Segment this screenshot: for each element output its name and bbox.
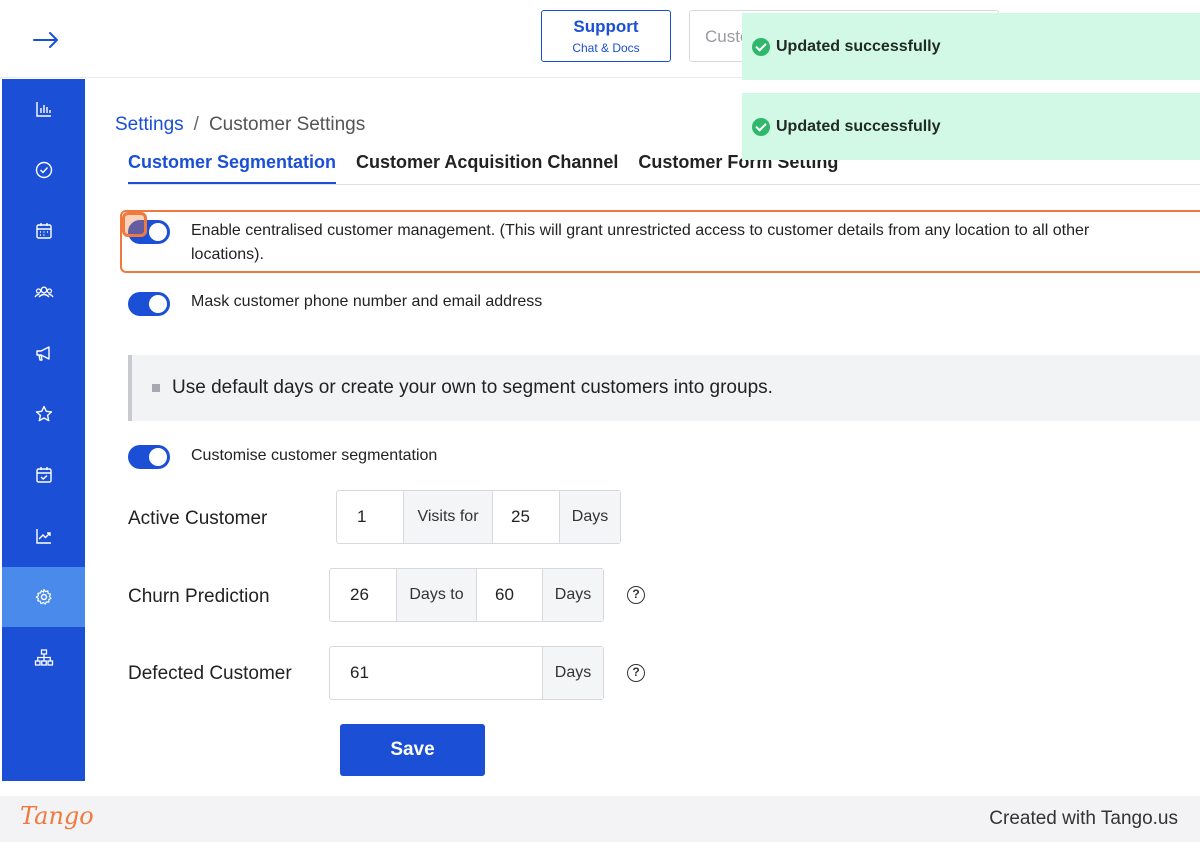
tango-credit: Created with Tango.us <box>989 808 1178 829</box>
success-toast[interactable]: Updated successfully <box>742 93 1200 160</box>
success-toast[interactable]: Updated successfully <box>742 13 1200 80</box>
users-icon <box>33 286 54 298</box>
churn-from-input[interactable]: 26 <box>330 569 396 621</box>
sidebar <box>2 79 85 781</box>
megaphone-icon <box>35 346 50 361</box>
toggle-knob <box>149 295 167 313</box>
sidebar-item-calendar[interactable] <box>2 201 85 261</box>
check-circle-icon <box>752 117 770 136</box>
star-icon <box>35 405 52 422</box>
sidebar-item-settings[interactable] <box>2 567 85 627</box>
tango-logo: Tango <box>20 802 94 830</box>
defected-days-input[interactable]: 61 <box>330 647 542 699</box>
bar-chart-icon <box>35 102 51 117</box>
org-chart-icon <box>34 649 53 666</box>
defected-customer-label: Defected Customer <box>128 663 292 684</box>
breadcrumb: Settings / Customer Settings <box>115 114 365 136</box>
churn-to-input[interactable]: 60 <box>477 569 542 621</box>
active-customer-label: Active Customer <box>128 508 268 529</box>
customise-segmentation-label: Customise customer segmentation <box>191 447 438 464</box>
sidebar-item-tasks[interactable] <box>2 140 85 200</box>
sidebar-item-loyalty[interactable] <box>2 384 85 444</box>
segmentation-info-text: Use default days or create your own to s… <box>172 377 773 398</box>
tabs-divider <box>128 184 1200 185</box>
arrow-right-icon[interactable] <box>30 24 62 56</box>
customise-segmentation-toggle[interactable] <box>128 445 170 469</box>
check-circle-icon <box>752 37 770 56</box>
click-target-marker <box>122 212 147 237</box>
click-highlight-frame <box>120 210 1200 273</box>
defected-days-addon: Days <box>542 647 603 699</box>
visits-for-addon: Visits for <box>403 491 493 543</box>
toast-message: Updated successfully <box>776 117 941 135</box>
mask-contact-toggle[interactable] <box>128 292 170 316</box>
sidebar-item-appointments[interactable] <box>2 445 85 505</box>
support-label: Support <box>573 17 639 36</box>
breadcrumb-settings-link[interactable]: Settings <box>115 114 184 135</box>
toast-message: Updated successfully <box>776 37 941 55</box>
tango-footer: Tango Created with Tango.us <box>0 796 1200 842</box>
bullet-icon <box>152 384 160 392</box>
defected-help-icon[interactable]: ? <box>627 664 645 682</box>
churn-prediction-label: Churn Prediction <box>128 586 270 607</box>
support-button[interactable]: Support Chat & Docs <box>541 10 671 62</box>
tab-customer-acquisition-channel[interactable]: Customer Acquisition Channel <box>356 152 618 184</box>
support-sublabel: Chat & Docs <box>572 41 640 55</box>
sidebar-item-analytics[interactable] <box>2 506 85 566</box>
churn-days-addon: Days <box>542 569 603 621</box>
defected-customer-inputs: 61 Days <box>329 646 604 700</box>
active-customer-inputs: 1 Visits for 25 Days <box>336 490 621 544</box>
active-days-input[interactable]: 25 <box>493 491 559 543</box>
breadcrumb-separator: / <box>193 114 199 135</box>
save-button[interactable]: Save <box>340 724 485 776</box>
calendar-icon <box>35 223 52 239</box>
active-days-addon: Days <box>559 491 620 543</box>
sidebar-item-organization[interactable] <box>2 628 85 688</box>
calendar-check-icon <box>35 467 52 483</box>
tab-customer-segmentation[interactable]: Customer Segmentation <box>128 152 337 184</box>
sidebar-item-reports[interactable] <box>2 79 85 139</box>
churn-help-icon[interactable]: ? <box>627 586 645 604</box>
segmentation-info-box: Use default days or create your own to s… <box>128 355 1200 421</box>
app-frame: Support Chat & Docs Custo Settings / Cus… <box>0 0 1200 842</box>
breadcrumb-current: Customer Settings <box>208 114 366 135</box>
sidebar-item-customers[interactable] <box>2 262 85 322</box>
days-to-addon: Days to <box>396 569 477 621</box>
toggle-knob <box>149 448 167 466</box>
churn-prediction-inputs: 26 Days to 60 Days <box>329 568 604 622</box>
trend-chart-icon <box>35 529 51 544</box>
sidebar-item-marketing[interactable] <box>2 323 85 383</box>
mask-contact-label: Mask customer phone number and email add… <box>191 293 543 310</box>
active-visits-input[interactable]: 1 <box>337 491 403 543</box>
gear-icon <box>35 588 52 605</box>
check-circle-icon <box>35 161 52 179</box>
